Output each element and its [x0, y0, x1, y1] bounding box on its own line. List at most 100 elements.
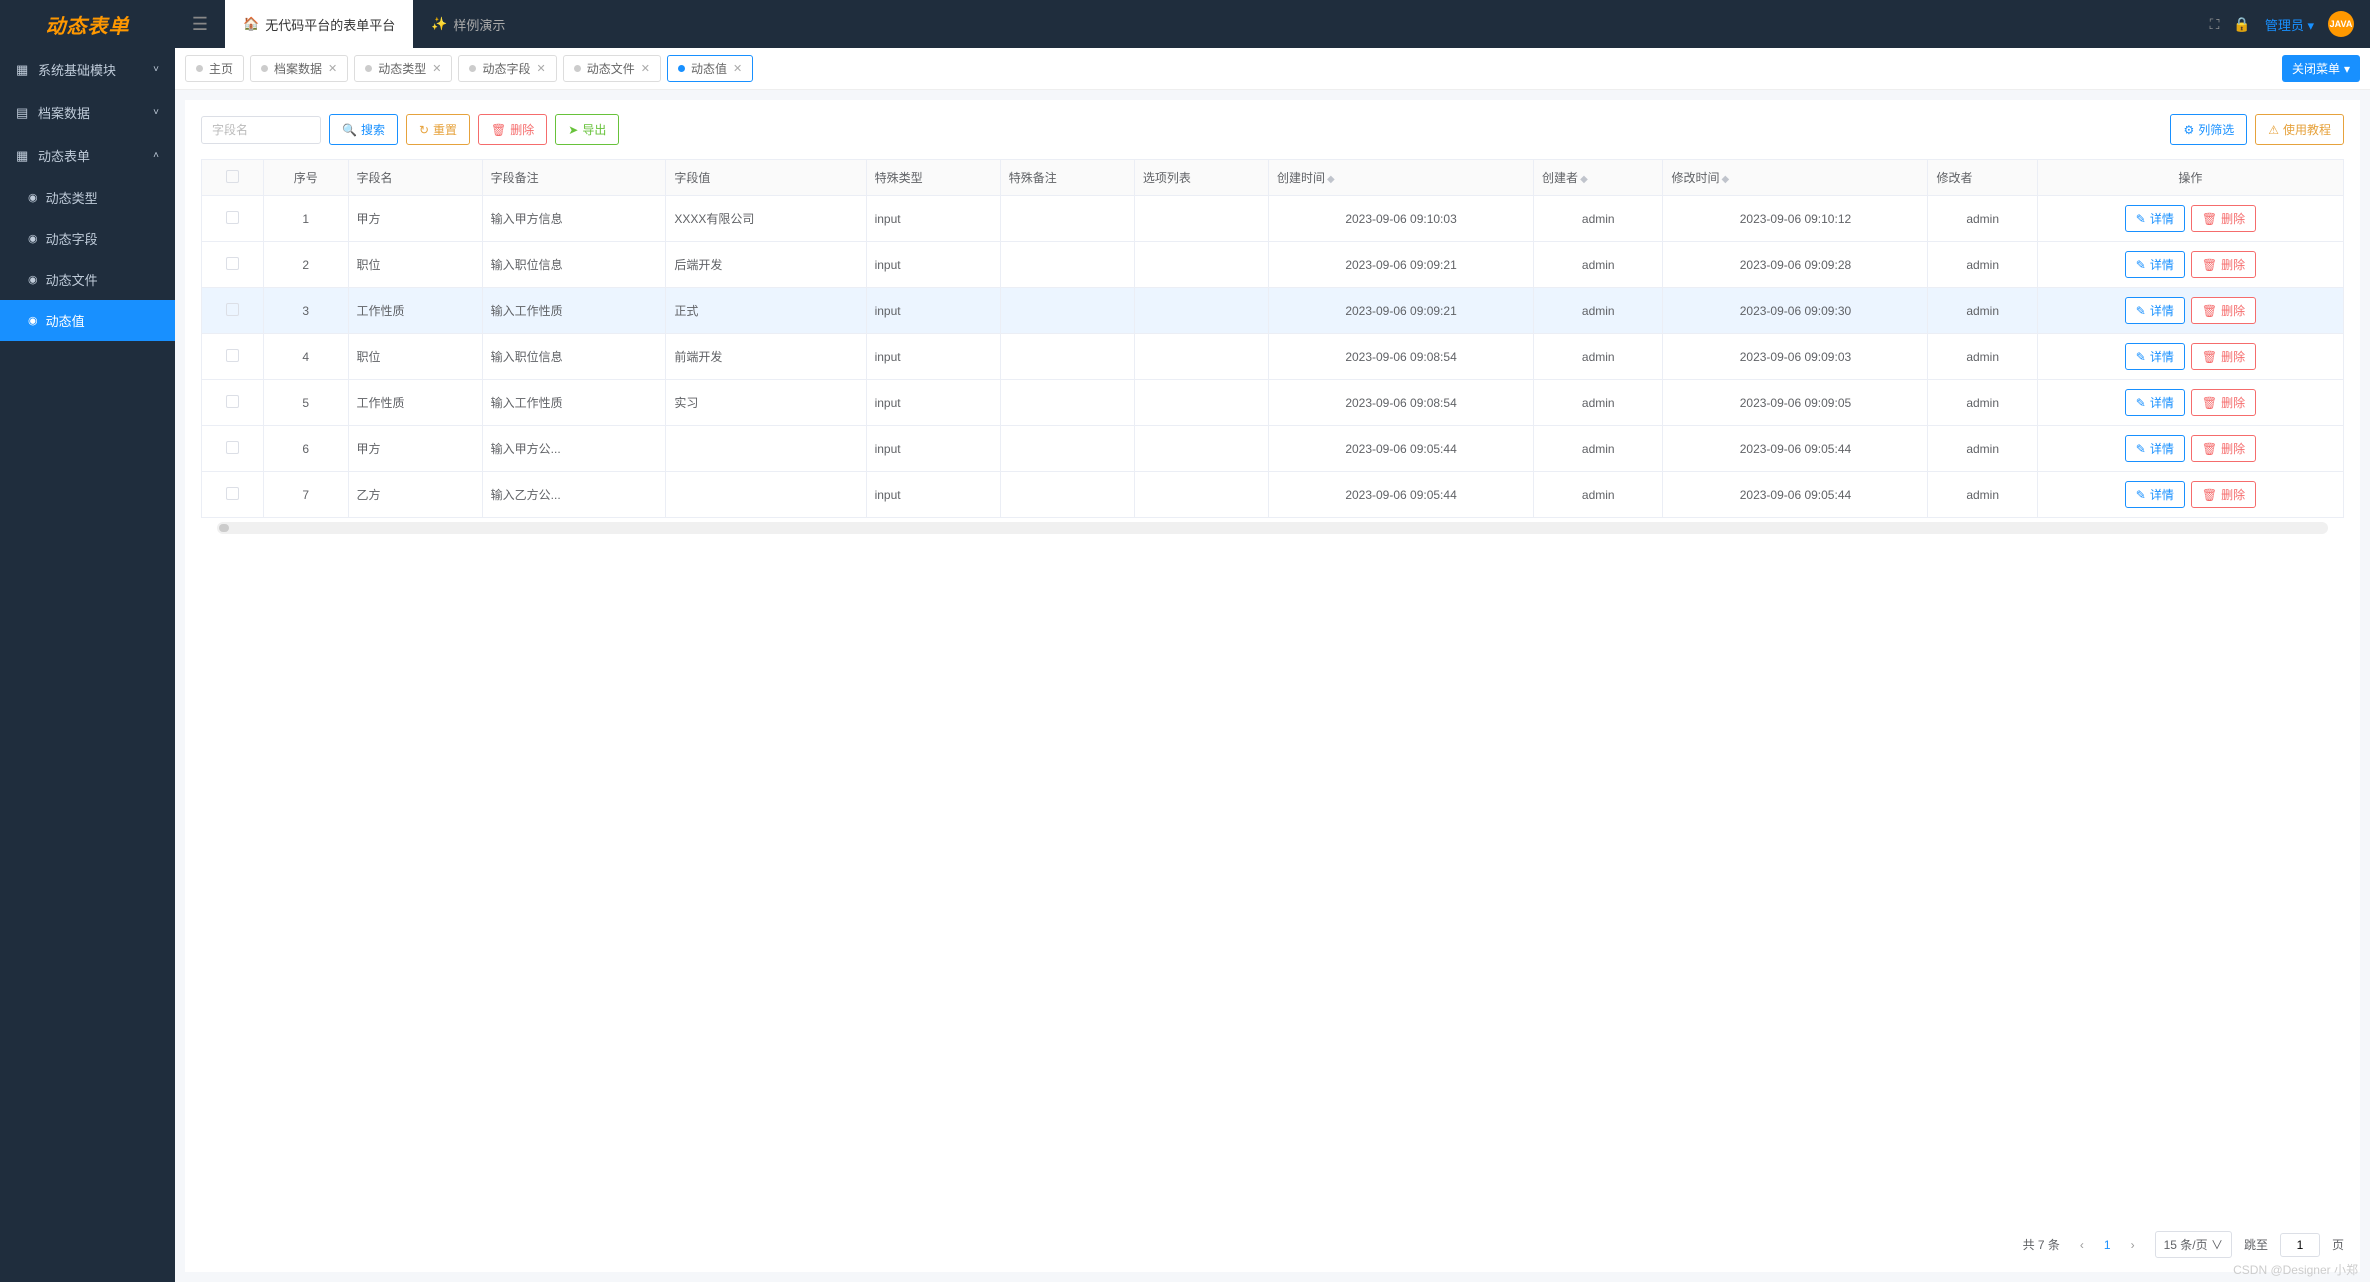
page-size-select[interactable]: 15 条/页 ∨: [2155, 1231, 2232, 1258]
delete-button[interactable]: 🗑删除: [478, 114, 547, 145]
tab-0[interactable]: 主页: [185, 55, 244, 82]
close-menu-button[interactable]: 关闭菜单▾: [2282, 55, 2360, 82]
col-header-9[interactable]: 修改时间◆: [1663, 160, 1928, 196]
column-filter-button[interactable]: ⚙列筛选: [2170, 114, 2247, 145]
tab-3[interactable]: 动态字段✕: [458, 55, 556, 82]
tag-bar: 主页档案数据✕动态类型✕动态字段✕ 动态文件✕动态值✕ 关闭菜单▾: [175, 48, 2370, 90]
detail-button[interactable]: ✎ 详情: [2125, 297, 2185, 324]
help-button[interactable]: ⚠使用教程: [2255, 114, 2344, 145]
row-delete-button[interactable]: 🗑 删除: [2191, 297, 2256, 324]
detail-button[interactable]: ✎ 详情: [2125, 481, 2185, 508]
cell-name: 乙方: [348, 472, 482, 518]
submenu-item-3[interactable]: ◉动态值: [0, 300, 175, 341]
submenu-item-2[interactable]: ◉动态文件: [0, 259, 175, 300]
prev-page-button[interactable]: ‹: [2072, 1235, 2092, 1255]
cell-remark: 输入职位信息: [482, 334, 666, 380]
row-delete-button[interactable]: 🗑 删除: [2191, 205, 2256, 232]
page-number[interactable]: 1: [2104, 1238, 2111, 1252]
cell-stype: input: [866, 380, 1000, 426]
edit-icon: ✎: [2136, 396, 2146, 410]
tab-1[interactable]: 档案数据✕: [250, 55, 348, 82]
gear-icon: ⚙: [2183, 123, 2194, 137]
dot-icon: [261, 65, 268, 72]
cell-cuser: admin: [1534, 380, 1663, 426]
cell-ctime: 2023-09-06 09:09:21: [1269, 288, 1534, 334]
tab-icon: 🏠: [243, 16, 259, 32]
goto-input[interactable]: [2280, 1233, 2320, 1257]
row-checkbox[interactable]: [226, 395, 239, 408]
next-page-button[interactable]: ›: [2123, 1235, 2143, 1255]
cell-idx: 1: [263, 196, 348, 242]
row-delete-button[interactable]: 🗑 删除: [2191, 343, 2256, 370]
col-header-11: 操作: [2037, 160, 2343, 196]
dot-icon: ◉: [28, 191, 38, 204]
dot-icon: ◉: [28, 232, 38, 245]
cell-sremark: [1000, 288, 1134, 334]
detail-button[interactable]: ✎ 详情: [2125, 205, 2185, 232]
tab-4[interactable]: 动态文件✕: [563, 55, 661, 82]
close-icon[interactable]: ✕: [328, 62, 337, 75]
top-tab-0[interactable]: 🏠无代码平台的表单平台: [225, 0, 413, 48]
col-header-7[interactable]: 创建时间◆: [1269, 160, 1534, 196]
row-delete-button[interactable]: 🗑 删除: [2191, 389, 2256, 416]
close-icon[interactable]: ✕: [537, 62, 546, 75]
cell-stype: input: [866, 472, 1000, 518]
row-checkbox[interactable]: [226, 349, 239, 362]
cell-stype: input: [866, 196, 1000, 242]
close-icon[interactable]: ✕: [733, 62, 742, 75]
content-panel: 🔍搜索 ↻重置 🗑删除 ➤导出 ⚙列筛选 ⚠使用教程 序号字段名字段备注字段值特…: [185, 100, 2360, 1272]
edit-icon: ✎: [2136, 442, 2146, 456]
select-all-checkbox[interactable]: [226, 170, 239, 183]
cell-idx: 2: [263, 242, 348, 288]
menu-group-0[interactable]: ▦系统基础模块˅: [0, 48, 175, 91]
fullscreen-icon[interactable]: ⛶: [2210, 16, 2220, 33]
admin-dropdown[interactable]: 管理员 ▾: [2265, 15, 2314, 34]
close-icon[interactable]: ✕: [432, 62, 441, 75]
tab-2[interactable]: 动态类型✕: [354, 55, 452, 82]
cell-muser: admin: [1928, 472, 2037, 518]
row-checkbox[interactable]: [226, 441, 239, 454]
col-header-10: 修改者: [1928, 160, 2037, 196]
detail-button[interactable]: ✎ 详情: [2125, 389, 2185, 416]
menu-icon: ▦: [16, 148, 30, 164]
top-tab-1[interactable]: ✨样例演示: [413, 0, 523, 48]
row-delete-button[interactable]: 🗑 删除: [2191, 481, 2256, 508]
submenu-item-1[interactable]: ◉动态字段: [0, 218, 175, 259]
cell-sremark: [1000, 426, 1134, 472]
detail-button[interactable]: ✎ 详情: [2125, 251, 2185, 278]
reset-button[interactable]: ↻重置: [406, 114, 470, 145]
detail-button[interactable]: ✎ 详情: [2125, 343, 2185, 370]
cell-name: 工作性质: [348, 288, 482, 334]
search-button[interactable]: 🔍搜索: [329, 114, 398, 145]
row-checkbox[interactable]: [226, 487, 239, 500]
menu-group-1[interactable]: ▤档案数据˅: [0, 91, 175, 134]
lock-icon[interactable]: 🔒: [2233, 16, 2250, 33]
trash-icon: 🗑: [2202, 212, 2217, 226]
row-delete-button[interactable]: 🗑 删除: [2191, 435, 2256, 462]
cell-mtime: 2023-09-06 09:09:03: [1663, 334, 1928, 380]
menu-group-2[interactable]: ▦动态表单˄: [0, 134, 175, 177]
export-button[interactable]: ➤导出: [555, 114, 619, 145]
col-header-0: 序号: [263, 160, 348, 196]
hamburger-icon[interactable]: ☰: [175, 14, 225, 35]
cell-value: [666, 472, 866, 518]
table-row: 1 甲方 输入甲方信息 XXXX有限公司 input 2023-09-06 09…: [202, 196, 2344, 242]
row-checkbox[interactable]: [226, 303, 239, 316]
horizontal-scrollbar[interactable]: [217, 522, 2328, 534]
row-checkbox[interactable]: [226, 211, 239, 224]
cell-cuser: admin: [1534, 288, 1663, 334]
cell-ctime: 2023-09-06 09:08:54: [1269, 334, 1534, 380]
submenu-item-0[interactable]: ◉动态类型: [0, 177, 175, 218]
col-header-8[interactable]: 创建者◆: [1534, 160, 1663, 196]
cell-stype: input: [866, 426, 1000, 472]
cell-name: 甲方: [348, 426, 482, 472]
avatar[interactable]: JAVA: [2328, 11, 2354, 37]
trash-icon: 🗑: [2202, 350, 2217, 364]
close-icon[interactable]: ✕: [641, 62, 650, 75]
search-input[interactable]: [201, 116, 321, 144]
tab-5[interactable]: 动态值✕: [667, 55, 753, 82]
row-checkbox[interactable]: [226, 257, 239, 270]
cell-stype: input: [866, 334, 1000, 380]
detail-button[interactable]: ✎ 详情: [2125, 435, 2185, 462]
row-delete-button[interactable]: 🗑 删除: [2191, 251, 2256, 278]
